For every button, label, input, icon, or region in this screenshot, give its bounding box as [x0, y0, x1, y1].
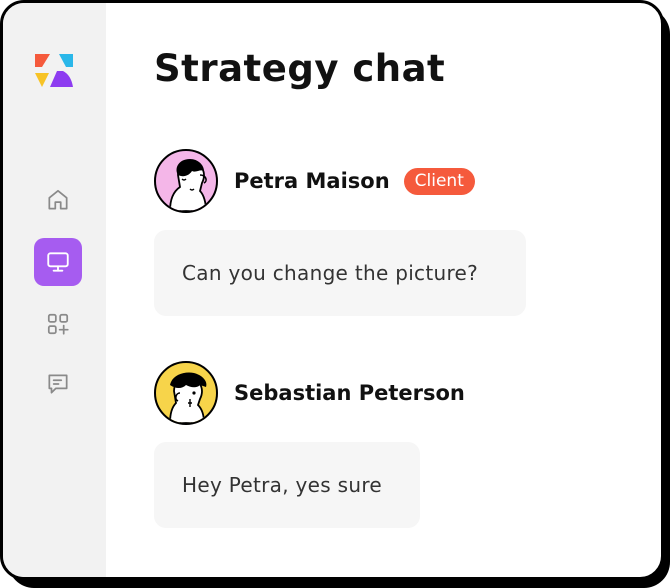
- avatar-petra[interactable]: [154, 149, 218, 213]
- sidebar-item-home[interactable]: [34, 176, 82, 224]
- brand-logo-icon[interactable]: [33, 51, 77, 91]
- message-bubble: Can you change the picture?: [154, 230, 526, 316]
- message-bubble: Hey Petra, yes sure: [154, 442, 420, 528]
- app-frame: Strategy chat Petra Maison Client Can yo…: [0, 0, 670, 588]
- sidebar-item-chat[interactable]: [34, 360, 82, 408]
- message-header: Petra Maison Client: [154, 149, 475, 213]
- chat-window: Strategy chat Petra Maison Client Can yo…: [0, 0, 664, 580]
- apps-add-icon: [47, 313, 69, 335]
- message-author: Sebastian Peterson: [234, 381, 465, 405]
- message-text: Can you change the picture?: [182, 261, 479, 285]
- message-header: Sebastian Peterson: [154, 361, 465, 425]
- home-icon: [48, 189, 68, 210]
- message-author: Petra Maison: [234, 169, 390, 193]
- sidebar-item-apps[interactable]: [34, 300, 82, 348]
- chat-icon: [48, 374, 68, 394]
- client-badge: Client: [403, 167, 475, 195]
- page-title: Strategy chat: [154, 47, 446, 90]
- avatar-sebastian[interactable]: [154, 361, 218, 425]
- chat-main: Strategy chat Petra Maison Client Can yo…: [106, 3, 661, 577]
- message-text: Hey Petra, yes sure: [182, 473, 383, 497]
- sidebar-item-monitor[interactable]: [34, 238, 82, 286]
- sidebar: [3, 3, 106, 577]
- monitor-icon: [47, 252, 69, 272]
